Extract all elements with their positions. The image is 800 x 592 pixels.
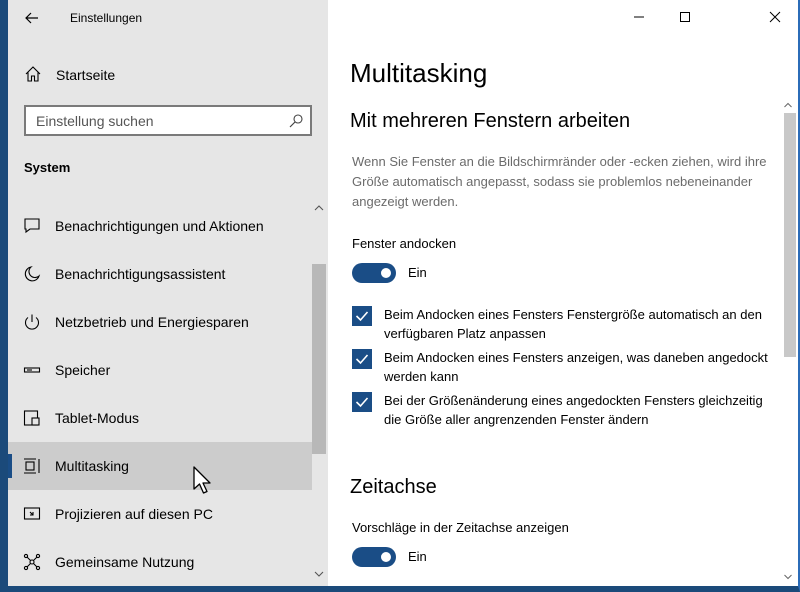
sidebar-item-multitasking[interactable]: Multitasking bbox=[8, 442, 312, 490]
back-button[interactable] bbox=[18, 4, 46, 32]
snap-windows-toggle[interactable] bbox=[352, 263, 396, 283]
timeline-suggestions-state: Ein bbox=[408, 549, 427, 564]
sidebar-item-label: Netzbetrieb und Energiesparen bbox=[55, 314, 249, 330]
minimize-icon bbox=[634, 16, 644, 18]
sidebar-item-power[interactable]: Netzbetrieb und Energiesparen bbox=[8, 298, 312, 346]
search-input[interactable] bbox=[36, 112, 276, 130]
maximize-icon bbox=[680, 12, 690, 22]
toggle-knob bbox=[381, 552, 391, 562]
power-icon bbox=[24, 314, 40, 330]
main-scroll-down-icon[interactable] bbox=[783, 572, 793, 582]
storage-icon bbox=[23, 367, 41, 373]
home-icon bbox=[25, 66, 41, 82]
checkmark-icon bbox=[355, 311, 369, 322]
sidebar-item-tablet-mode[interactable]: Tablet-Modus bbox=[8, 394, 312, 442]
notification-icon bbox=[24, 218, 40, 234]
sidebar-item-storage[interactable]: Speicher bbox=[8, 346, 312, 394]
minimize-button[interactable] bbox=[616, 0, 662, 34]
windows-section-heading: Mit mehreren Fenstern arbeiten bbox=[350, 110, 631, 132]
checkmark-icon bbox=[355, 397, 369, 408]
snap-assist-text: Beim Andocken eines Fensters anzeigen, w… bbox=[384, 350, 768, 384]
main-content: Multitasking Mit mehreren Fenstern arbei… bbox=[328, 0, 798, 586]
snap-windows-toggle-row: Ein bbox=[352, 262, 552, 284]
checkmark-icon bbox=[355, 354, 369, 365]
maximize-button[interactable] bbox=[662, 0, 708, 34]
close-button[interactable] bbox=[752, 0, 798, 34]
main-scrollbar-thumb[interactable] bbox=[784, 113, 796, 357]
timeline-section-heading: Zeitachse bbox=[350, 476, 437, 498]
sidebar-scroll-down-icon[interactable] bbox=[313, 568, 325, 580]
snap-auto-size-text: Beim Andocken eines Fensters Fenstergröß… bbox=[384, 307, 762, 341]
sidebar-item-focus-assist[interactable]: Benachrichtigungsassistent bbox=[8, 250, 312, 298]
timeline-suggestions-label: Vorschläge in der Zeitachse anzeigen bbox=[352, 520, 569, 535]
toggle-knob bbox=[381, 268, 391, 278]
back-arrow-icon bbox=[25, 12, 38, 24]
snap-windows-state: Ein bbox=[408, 265, 427, 280]
sidebar-item-shared-experiences[interactable]: Gemeinsame Nutzung bbox=[8, 538, 312, 586]
share-icon bbox=[23, 553, 41, 571]
snap-assist-checkbox[interactable] bbox=[352, 349, 372, 369]
sidebar-item-label: Gemeinsame Nutzung bbox=[55, 554, 195, 570]
tablet-icon bbox=[23, 410, 40, 426]
sidebar-item-notifications[interactable]: Benachrichtigungen und Aktionen bbox=[8, 202, 312, 250]
sidebar-scrollbar-thumb[interactable] bbox=[312, 264, 326, 454]
sidebar-item-label: Projizieren auf diesen PC bbox=[55, 506, 213, 522]
sidebar-scroll-up-icon[interactable] bbox=[313, 202, 325, 214]
section-title: System bbox=[24, 160, 71, 175]
home-label: Startseite bbox=[56, 67, 116, 83]
title-bar-left: Einstellungen bbox=[8, 0, 328, 36]
sidebar: Einstellungen Startseite System bbox=[8, 0, 328, 586]
sidebar-item-label: Speicher bbox=[55, 362, 111, 378]
sidebar-item-label: Multitasking bbox=[55, 458, 129, 474]
timeline-suggestions-toggle-row: Ein bbox=[352, 546, 552, 568]
sidebar-item-label: Tablet-Modus bbox=[55, 410, 140, 426]
snap-windows-label: Fenster andocken bbox=[352, 236, 457, 251]
settings-window: Einstellungen Startseite System bbox=[0, 0, 800, 592]
close-icon bbox=[769, 11, 781, 23]
search-box[interactable] bbox=[24, 105, 312, 136]
mouse-pointer-icon bbox=[193, 466, 211, 494]
timeline-suggestions-toggle[interactable] bbox=[352, 547, 396, 567]
search-icon[interactable] bbox=[288, 113, 304, 129]
project-icon bbox=[23, 507, 41, 520]
home-link[interactable]: Startseite bbox=[8, 56, 328, 92]
sidebar-item-label: Benachrichtigungsassistent bbox=[55, 266, 226, 282]
main-scroll-up-icon[interactable] bbox=[783, 100, 793, 110]
nav-list: Benachrichtigungen und Aktionen Benachri… bbox=[8, 202, 312, 586]
snap-resize-adjacent-checkbox[interactable] bbox=[352, 392, 372, 412]
page-title: Multitasking bbox=[350, 58, 488, 88]
app-title: Einstellungen bbox=[70, 11, 143, 25]
sidebar-item-project[interactable]: Projizieren auf diesen PC bbox=[8, 490, 312, 538]
snap-resize-adjacent-text: Bei der Größenänderung eines angedockten… bbox=[384, 393, 763, 427]
windows-section-description: Wenn Sie Fenster an die Bildschirmränder… bbox=[352, 154, 767, 209]
moon-icon bbox=[24, 266, 41, 282]
multitasking-icon bbox=[24, 458, 40, 474]
snap-auto-size-checkbox[interactable] bbox=[352, 306, 372, 326]
sidebar-item-label: Benachrichtigungen und Aktionen bbox=[55, 218, 264, 234]
